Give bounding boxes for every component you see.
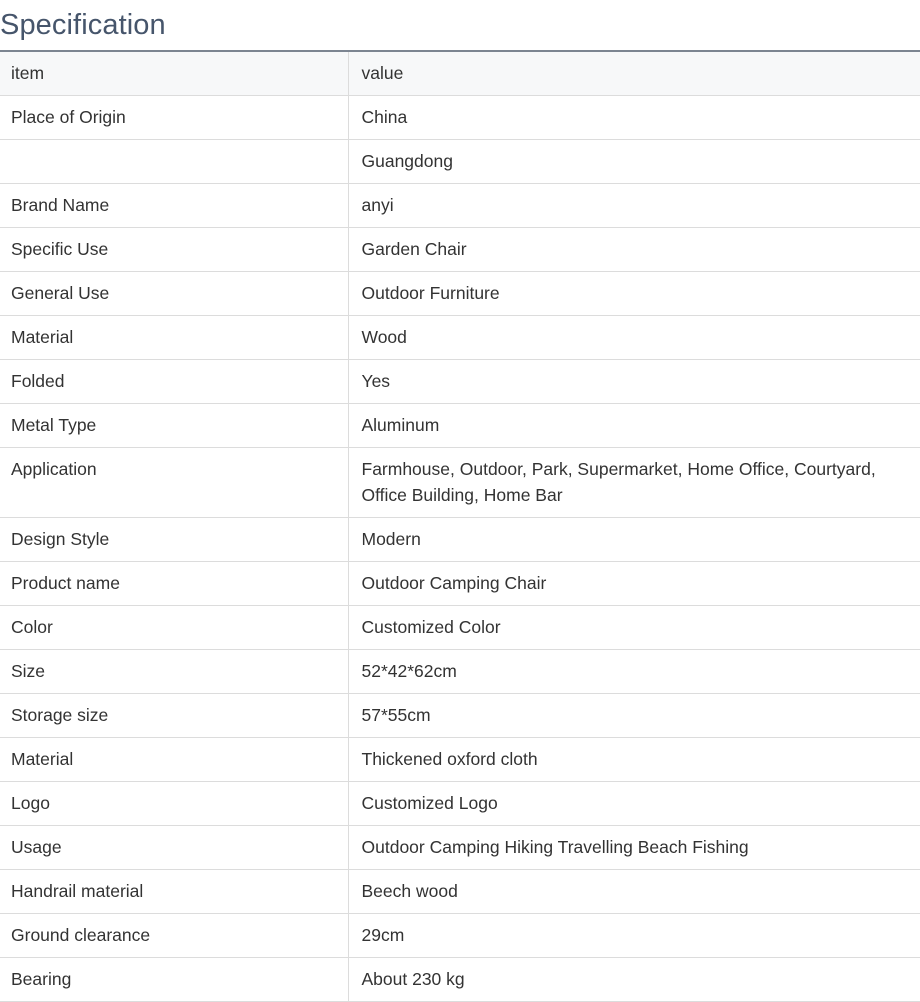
table-header-row: item value [0,52,920,96]
table-row: Usage Outdoor Camping Hiking Travelling B… [0,825,920,870]
table-row: Material Thickened oxford cloth [0,737,920,782]
page-title: Specification [0,0,920,52]
table-row: Bearing About 230 kg [0,957,920,1002]
table-row: Ground clearance 29cm [0,913,920,958]
spec-item-cell: Folded [0,359,349,404]
spec-value-cell: Wood [348,315,920,360]
spec-item-cell: Handrail material [0,869,349,914]
spec-value-cell: Guangdong [348,139,920,184]
spec-value-cell: Modern [348,517,920,562]
table-row: Logo Customized Logo [0,781,920,826]
spec-item-cell: General Use [0,271,349,316]
table-row: Place of Origin China [0,95,920,140]
spec-value-cell: Customized Color [348,605,920,650]
spec-item-cell: Usage [0,825,349,870]
table-row: Folded Yes [0,359,920,404]
spec-item-cell: Design Style [0,517,349,562]
table-row: Specific Use Garden Chair [0,227,920,272]
spec-value-cell: Customized Logo [348,781,920,826]
spec-item-cell: Specific Use [0,227,349,272]
spec-item-cell [0,139,349,184]
table-row: Material Wood [0,315,920,360]
spec-item-cell: Brand Name [0,183,349,228]
spec-value-cell: Outdoor Camping Hiking Travelling Beach … [348,825,920,870]
spec-item-cell: Ground clearance [0,913,349,958]
table-row: Product name Outdoor Camping Chair [0,561,920,606]
spec-item-cell: Logo [0,781,349,826]
table-row: Storage size 57*55cm [0,693,920,738]
spec-item-cell: Metal Type [0,403,349,448]
specification-table: item value Place of Origin China Guangdong… [0,52,920,1002]
specification-table-body: item value Place of Origin China Guangdong… [0,52,920,1002]
spec-item-cell: Color [0,605,349,650]
spec-value-cell: China [348,95,920,140]
spec-item-cell: Material [0,315,349,360]
table-row: Metal Type Aluminum [0,403,920,448]
spec-item-cell: Bearing [0,957,349,1002]
table-row: Handrail material Beech wood [0,869,920,914]
column-header-value: value [348,52,920,96]
spec-value-cell: 52*42*62cm [348,649,920,694]
spec-item-cell: Size [0,649,349,694]
spec-item-cell: Material [0,737,349,782]
table-row: Color Customized Color [0,605,920,650]
spec-value-cell: Outdoor Camping Chair [348,561,920,606]
spec-item-cell: Product name [0,561,349,606]
spec-item-cell: Place of Origin [0,95,349,140]
table-row: Brand Name anyi [0,183,920,228]
spec-value-cell: anyi [348,183,920,228]
spec-value-cell: 57*55cm [348,693,920,738]
spec-value-cell: Yes [348,359,920,404]
spec-value-cell: Thickened oxford cloth [348,737,920,782]
table-row: Application Farmhouse, Outdoor, Park, Sup… [0,447,920,518]
spec-value-cell: 29cm [348,913,920,958]
table-row: Guangdong [0,139,920,184]
spec-value-cell: Farmhouse, Outdoor, Park, Supermarket, H… [348,447,920,518]
spec-value-cell: About 230 kg [348,957,920,1002]
spec-item-cell: Storage size [0,693,349,738]
spec-value-cell: Outdoor Furniture [348,271,920,316]
table-row: General Use Outdoor Furniture [0,271,920,316]
spec-value-cell: Beech wood [348,869,920,914]
column-header-item: item [0,52,349,96]
table-row: Design Style Modern [0,517,920,562]
table-row: Size 52*42*62cm [0,649,920,694]
spec-value-cell: Aluminum [348,403,920,448]
spec-item-cell: Application [0,447,349,518]
spec-value-cell: Garden Chair [348,227,920,272]
